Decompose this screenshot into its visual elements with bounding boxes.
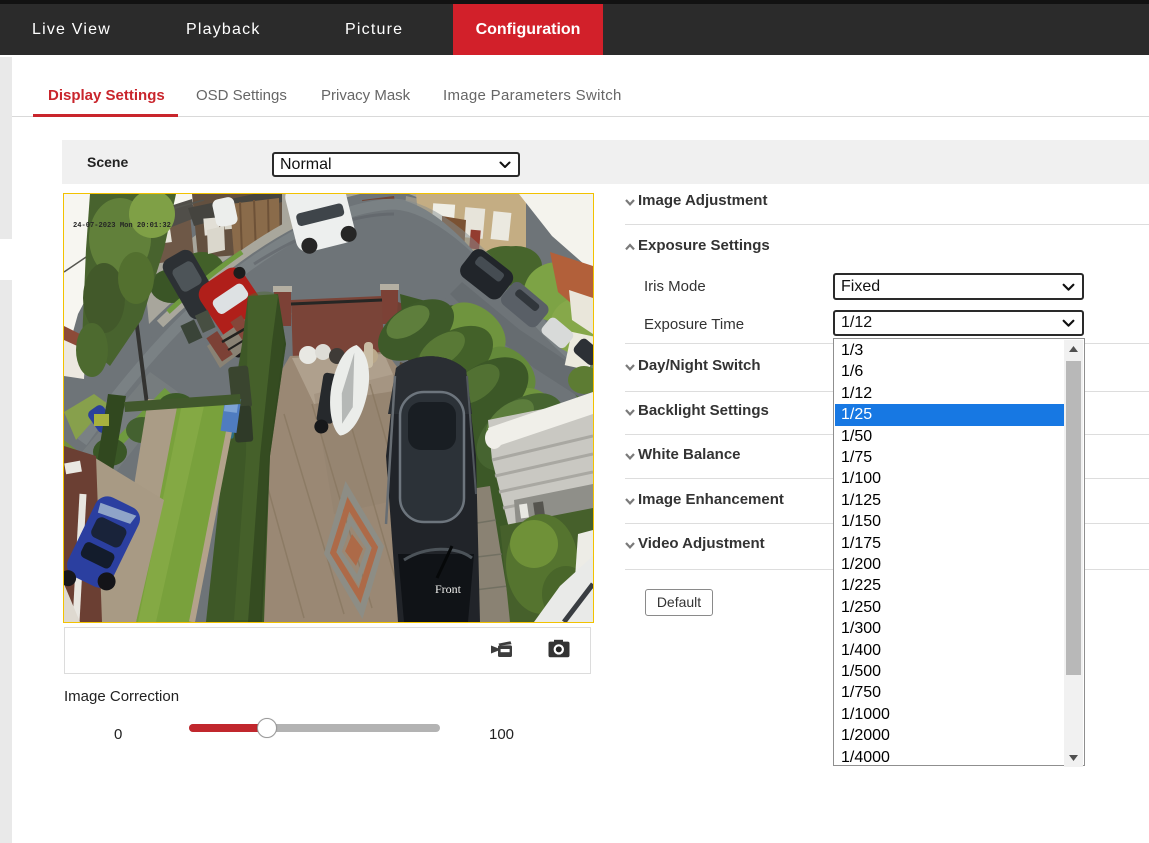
svg-text:Front: Front <box>435 582 462 596</box>
svg-text:24-07-2023 Mon 20:01:32: 24-07-2023 Mon 20:01:32 <box>73 222 171 230</box>
